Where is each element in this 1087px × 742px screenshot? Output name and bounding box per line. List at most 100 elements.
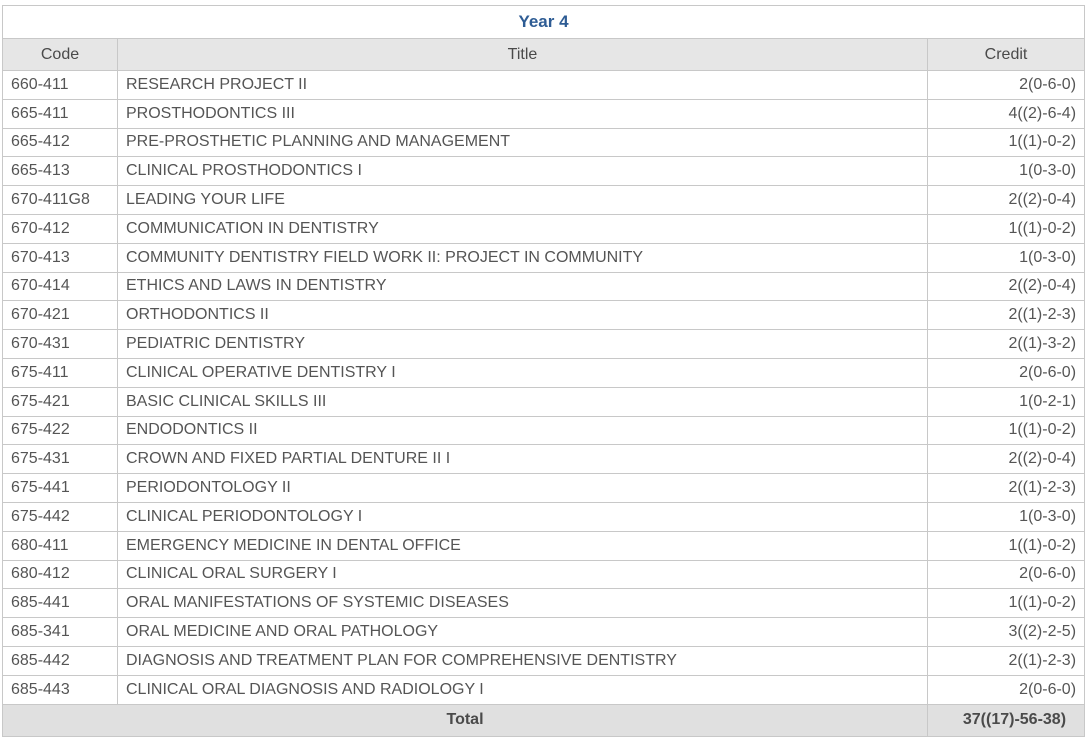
title-cell: COMMUNICATION IN DENTISTRY [117,213,928,244]
table-row: 685-341 ORAL MEDICINE AND ORAL PATHOLOGY 3… [2,617,1086,647]
title-cell: ENDODONTICS II [117,415,928,446]
title-cell: CLINICAL PERIODONTOLOGY I [117,501,928,532]
code-cell: 675-431 [2,444,118,475]
credit-cell: 1(0-3-0) [926,242,1086,273]
course-table-container: Year 4 Code Title Credit 660-411 RESEARCH… [1,5,1086,737]
title-cell: LEADING YOUR LIFE [117,185,928,215]
header-row: Code Title Credit [2,38,1086,71]
credit-cell: 1((1)-0-2) [926,213,1086,244]
header-credit: Credit [926,38,1086,71]
title-cell: PERIODONTOLOGY II [117,473,928,503]
code-cell: 685-441 [2,588,118,619]
credit-cell: 2((1)-2-3) [926,645,1086,676]
code-cell: 660-411 [2,70,118,100]
table-row: 680-411 EMERGENCY MEDICINE IN DENTAL OFFI… [2,530,1086,561]
title-cell: RESEARCH PROJECT II [117,70,928,100]
code-cell: 670-431 [2,329,118,359]
credit-cell: 2((1)-3-2) [926,329,1086,359]
credit-cell: 2((2)-0-4) [926,185,1086,215]
code-cell: 670-414 [2,271,118,302]
total-label: Total [2,703,928,737]
course-table: Year 4 Code Title Credit 660-411 RESEARCH… [1,5,1086,737]
header-title: Title [117,38,928,71]
table-row: 670-421 ORTHODONTICS II 2((1)-2-3) [2,300,1086,331]
credit-cell: 1((1)-0-2) [926,588,1086,619]
table-row: 685-442 DIAGNOSIS AND TREATMENT PLAN FOR … [2,645,1086,676]
code-cell: 670-413 [2,242,118,273]
credit-cell: 1((1)-0-2) [926,415,1086,446]
credit-cell: 3((2)-2-5) [926,617,1086,647]
table-row: 665-411 PROSTHODONTICS III 4((2)-6-4) [2,98,1086,129]
table-row: 685-441 ORAL MANIFESTATIONS OF SYSTEMIC D… [2,588,1086,619]
header-code: Code [2,38,118,71]
total-row: Total 37((17)-56-38) [2,703,1086,737]
code-cell: 675-421 [2,386,118,417]
credit-cell: 2(0-6-0) [926,674,1086,705]
title-cell: ETHICS AND LAWS IN DENTISTRY [117,271,928,302]
credit-cell: 1(0-3-0) [926,156,1086,187]
title-cell: COMMUNITY DENTISTRY FIELD WORK II: PROJE… [117,242,928,273]
table-row: 670-412 COMMUNICATION IN DENTISTRY 1((1)-0… [2,213,1086,244]
credit-cell: 2(0-6-0) [926,70,1086,100]
code-cell: 675-442 [2,501,118,532]
table-row: 675-431 CROWN AND FIXED PARTIAL DENTURE I… [2,444,1086,475]
year-row: Year 4 [1,5,1086,39]
title-cell: CLINICAL PROSTHODONTICS I [117,156,928,187]
code-cell: 685-443 [2,674,118,705]
title-cell: ORAL MEDICINE AND ORAL PATHOLOGY [117,617,928,647]
table-row: 675-442 CLINICAL PERIODONTOLOGY I 1(0-3-0) [2,501,1086,532]
code-cell: 680-411 [2,530,118,561]
table-row: 685-443 CLINICAL ORAL DIAGNOSIS AND RADIO… [2,674,1086,705]
code-cell: 665-412 [2,127,118,158]
credit-cell: 2(0-6-0) [926,357,1086,388]
credit-cell: 2((2)-0-4) [926,271,1086,302]
year-title: Year 4 [1,5,1086,39]
table-row: 665-413 CLINICAL PROSTHODONTICS I 1(0-3-0) [2,156,1086,187]
table-row: 660-411 RESEARCH PROJECT II 2(0-6-0) [2,70,1086,100]
title-cell: ORAL MANIFESTATIONS OF SYSTEMIC DISEASES [117,588,928,619]
table-row: 675-422 ENDODONTICS II 1((1)-0-2) [2,415,1086,446]
credit-cell: 1(0-2-1) [926,386,1086,417]
code-cell: 665-413 [2,156,118,187]
code-cell: 685-341 [2,617,118,647]
table-row: 680-412 CLINICAL ORAL SURGERY I 2(0-6-0) [2,559,1086,590]
table-row: 675-441 PERIODONTOLOGY II 2((1)-2-3) [2,473,1086,503]
credit-cell: 1(0-3-0) [926,501,1086,532]
title-cell: BASIC CLINICAL SKILLS III [117,386,928,417]
code-cell: 685-442 [2,645,118,676]
table-row: 670-411G8 LEADING YOUR LIFE 2((2)-0-4) [2,185,1086,215]
code-cell: 665-411 [2,98,118,129]
table-row: 670-413 COMMUNITY DENTISTRY FIELD WORK II… [2,242,1086,273]
title-cell: ORTHODONTICS II [117,300,928,331]
code-cell: 675-422 [2,415,118,446]
total-value: 37((17)-56-38) [926,703,1086,737]
title-cell: PROSTHODONTICS III [117,98,928,129]
code-cell: 675-411 [2,357,118,388]
credit-cell: 2((2)-0-4) [926,444,1086,475]
code-cell: 670-412 [2,213,118,244]
credit-cell: 2((1)-2-3) [926,473,1086,503]
course-rows: 660-411 RESEARCH PROJECT II 2(0-6-0) 665-41… [2,70,1086,705]
code-cell: 675-441 [2,473,118,503]
credit-cell: 4((2)-6-4) [926,98,1086,129]
title-cell: DIAGNOSIS AND TREATMENT PLAN FOR COMPREH… [117,645,928,676]
code-cell: 670-421 [2,300,118,331]
title-cell: PRE-PROSTHETIC PLANNING AND MANAGEMENT [117,127,928,158]
credit-cell: 1((1)-0-2) [926,530,1086,561]
credit-cell: 1((1)-0-2) [926,127,1086,158]
table-row: 670-414 ETHICS AND LAWS IN DENTISTRY 2((2)… [2,271,1086,302]
table-row: 665-412 PRE-PROSTHETIC PLANNING AND MANAG… [2,127,1086,158]
code-cell: 670-411G8 [2,185,118,215]
table-row: 670-431 PEDIATRIC DENTISTRY 2((1)-3-2) [2,329,1086,359]
credit-cell: 2(0-6-0) [926,559,1086,590]
credit-cell: 2((1)-2-3) [926,300,1086,331]
title-cell: EMERGENCY MEDICINE IN DENTAL OFFICE [117,530,928,561]
table-row: 675-411 CLINICAL OPERATIVE DENTISTRY I 2(0… [2,357,1086,388]
code-cell: 680-412 [2,559,118,590]
title-cell: CROWN AND FIXED PARTIAL DENTURE II I [117,444,928,475]
title-cell: PEDIATRIC DENTISTRY [117,329,928,359]
title-cell: CLINICAL ORAL SURGERY I [117,559,928,590]
table-row: 675-421 BASIC CLINICAL SKILLS III 1(0-2-1) [2,386,1086,417]
title-cell: CLINICAL ORAL DIAGNOSIS AND RADIOLOGY I [117,674,928,705]
title-cell: CLINICAL OPERATIVE DENTISTRY I [117,357,928,388]
